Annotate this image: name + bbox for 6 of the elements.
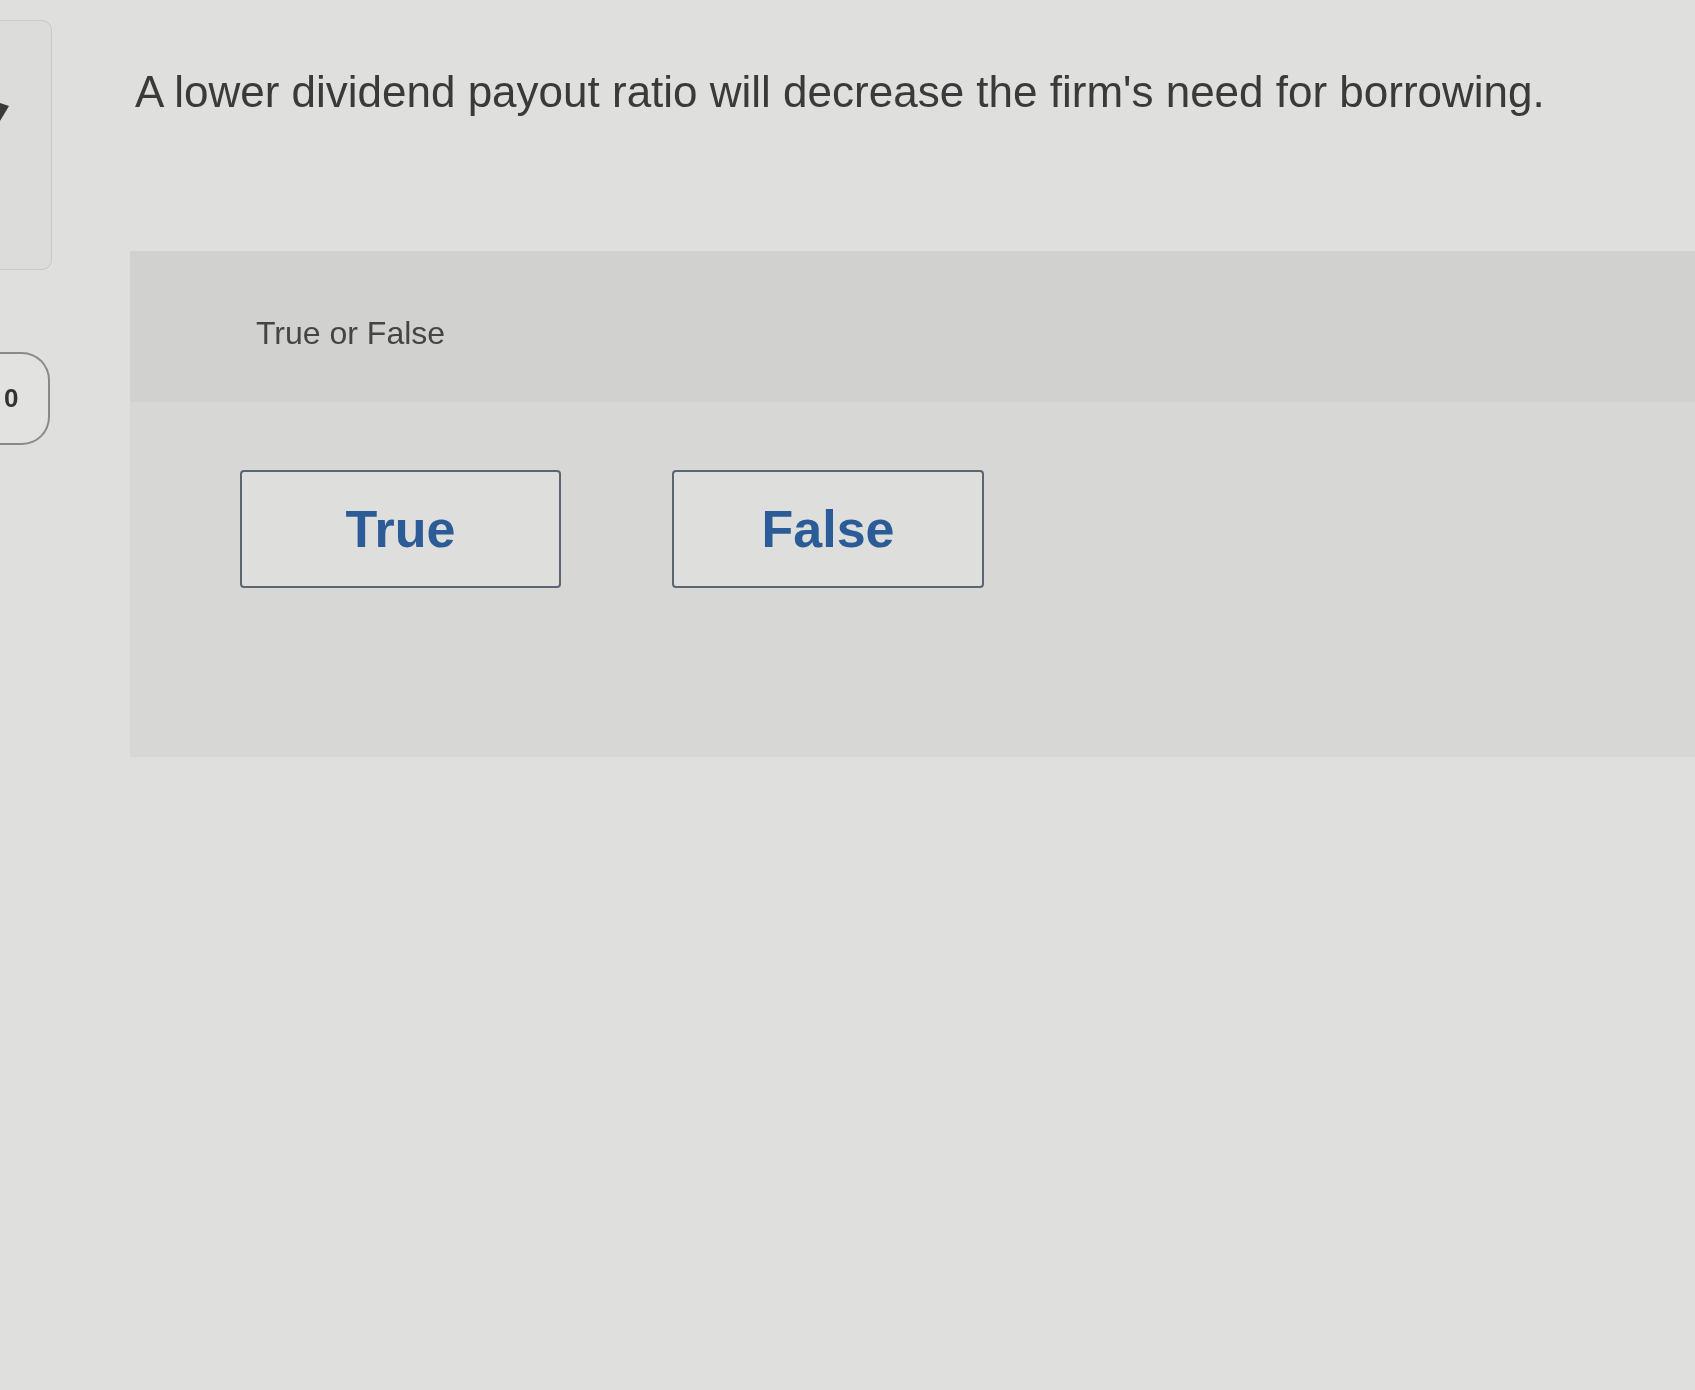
question-type-label: True or False (256, 315, 446, 351)
score-badge: 0 (0, 352, 50, 445)
wedge-icon (0, 103, 9, 121)
question-text: A lower dividend payout ratio will decrease the firm's need for borrowing. (134, 66, 1545, 118)
answer-option[interactable]: True (240, 470, 561, 588)
answer-option[interactable]: False (672, 470, 984, 588)
